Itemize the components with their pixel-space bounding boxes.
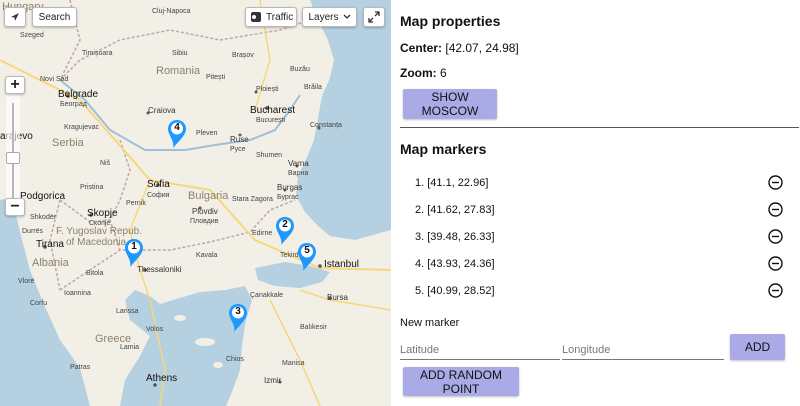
layers-dropdown-label: Layers xyxy=(308,11,339,23)
list-item: 1. [41.1, 22.96] xyxy=(415,175,785,203)
map-marker-5[interactable]: 5 xyxy=(297,242,317,272)
add-random-point-button[interactable]: ADD RANDOM POINT xyxy=(403,367,519,396)
center-value: [42.07, 24.98] xyxy=(445,41,519,55)
new-marker-label: New marker xyxy=(400,317,460,329)
remove-marker-icon[interactable] xyxy=(768,202,783,217)
locate-button[interactable] xyxy=(4,7,26,27)
marker-coords: 2. [41.62, 27.83] xyxy=(415,204,495,216)
list-item: 3. [39.48, 26.33] xyxy=(415,229,785,257)
map-marker-number: 3 xyxy=(235,306,241,317)
remove-marker-icon[interactable] xyxy=(768,256,783,271)
longitude-input[interactable] xyxy=(562,340,724,360)
map-marker-3[interactable]: 3 xyxy=(228,303,248,333)
map-marker-1[interactable]: 1 xyxy=(124,238,144,268)
zoom-in-label: + xyxy=(10,76,20,93)
remove-marker-icon[interactable] xyxy=(768,175,783,190)
remove-marker-icon[interactable] xyxy=(768,229,783,244)
navigation-arrow-icon xyxy=(11,13,19,21)
zoom-out-label: − xyxy=(10,198,20,215)
add-marker-button[interactable]: ADD xyxy=(730,334,785,360)
zoom-in-button[interactable]: + xyxy=(5,76,25,94)
chevron-down-icon xyxy=(343,14,350,19)
map-marker-number: 2 xyxy=(282,219,288,230)
layers-dropdown[interactable]: Layers xyxy=(302,7,357,27)
search-button-label: Search xyxy=(38,11,71,23)
marker-list: 1. [41.1, 22.96] 2. [41.62, 27.83] 3. [3… xyxy=(415,175,785,311)
fullscreen-button[interactable] xyxy=(363,7,385,27)
map-marker-number: 1 xyxy=(131,241,137,252)
zoom-out-button[interactable]: − xyxy=(5,198,25,216)
marker-coords: 4. [43.93, 24.36] xyxy=(415,258,495,270)
zoom-slider-thumb[interactable] xyxy=(6,152,20,164)
zoom-slider-rail[interactable] xyxy=(12,103,14,199)
marker-coords: 3. [39.48, 26.33] xyxy=(415,231,495,243)
latitude-input[interactable] xyxy=(400,340,560,360)
search-button[interactable]: Search xyxy=(32,7,77,27)
list-item: 5. [40.99, 28.52] xyxy=(415,283,785,311)
map-view[interactable]: Hungary Romania Serbia Bulgaria F. Yugos… xyxy=(0,0,391,406)
zoom-label: Zoom: xyxy=(400,66,437,80)
zoom-value: 6 xyxy=(440,66,447,80)
side-panel: Map properties Center: [42.07, 24.98] Zo… xyxy=(391,0,800,406)
remove-marker-icon[interactable] xyxy=(768,283,783,298)
show-moscow-button[interactable]: SHOW MOSCOW xyxy=(403,89,497,119)
map-markers-title: Map markers xyxy=(400,141,487,157)
map-marker-number: 4 xyxy=(174,122,180,133)
traffic-button-label: Traffic xyxy=(266,11,294,23)
map-marker-number: 5 xyxy=(304,245,310,256)
divider xyxy=(400,127,799,128)
map-base xyxy=(0,0,391,406)
list-item: 2. [41.62, 27.83] xyxy=(415,202,785,230)
list-item: 4. [43.93, 24.36] xyxy=(415,256,785,284)
traffic-light-icon xyxy=(251,12,261,22)
marker-coords: 1. [41.1, 22.96] xyxy=(415,177,489,189)
expand-icon xyxy=(368,11,380,23)
map-properties-title: Map properties xyxy=(400,13,501,29)
map-marker-4[interactable]: 4 xyxy=(167,119,187,149)
center-row: Center: [42.07, 24.98] xyxy=(400,41,519,55)
zoom-row: Zoom: 6 xyxy=(400,66,447,80)
marker-coords: 5. [40.99, 28.52] xyxy=(415,285,495,297)
map-marker-2[interactable]: 2 xyxy=(275,216,295,246)
traffic-button[interactable]: Traffic xyxy=(245,7,297,27)
center-label: Center: xyxy=(400,41,443,55)
